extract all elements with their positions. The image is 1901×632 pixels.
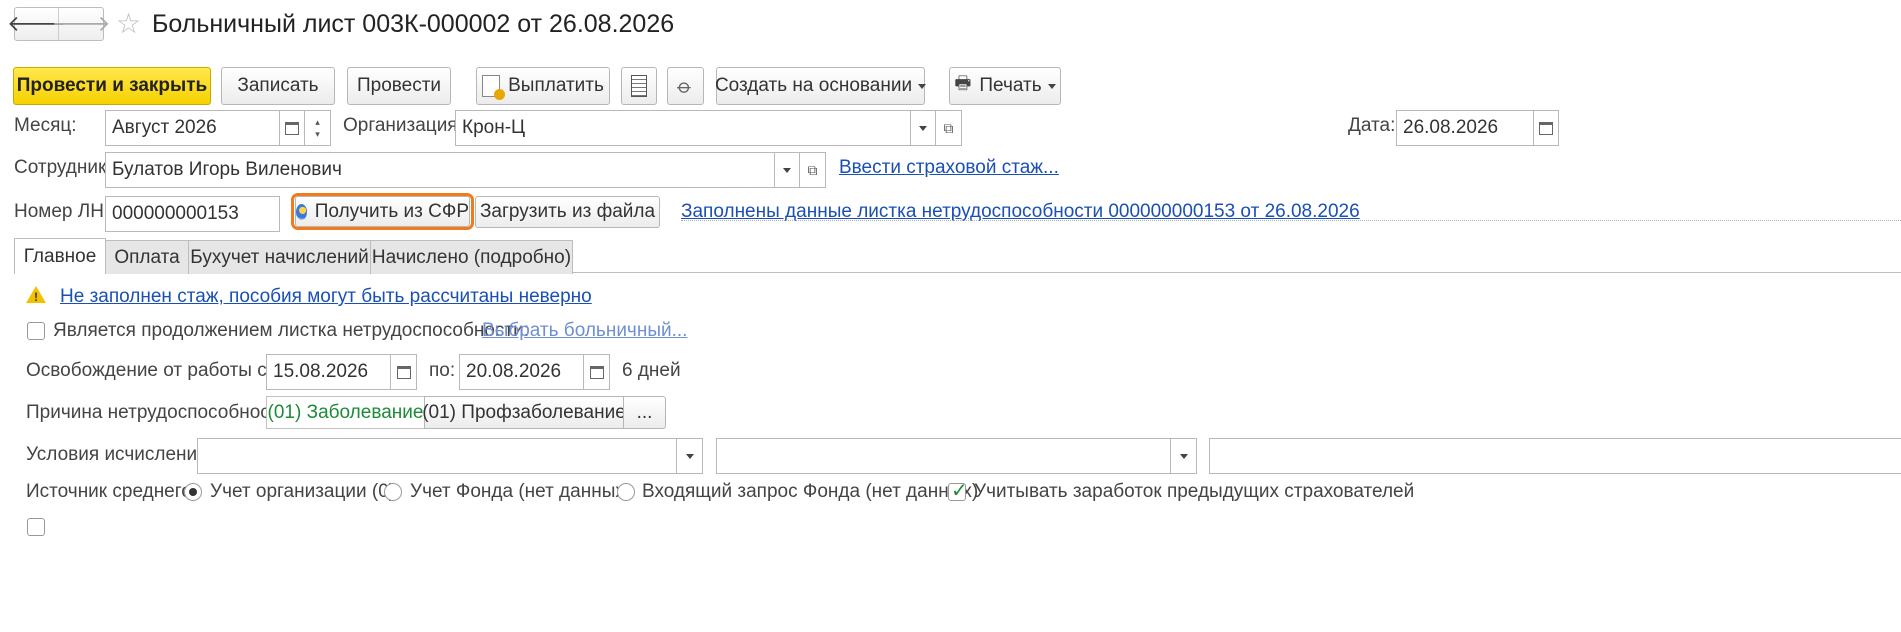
radio-request[interactable] bbox=[617, 483, 635, 501]
tab-accounting[interactable]: Бухучет начислений bbox=[188, 240, 371, 274]
release-to-input[interactable]: 20.08.2026 bbox=[459, 354, 584, 390]
save-button[interactable]: Записать bbox=[221, 67, 335, 105]
stepper-down-icon: ▾ bbox=[315, 129, 320, 139]
arrow-right-icon: 🡒 bbox=[51, 11, 111, 36]
report-icon bbox=[631, 75, 647, 97]
days-count: 6 дней bbox=[622, 360, 681, 381]
conditions-input-1[interactable] bbox=[197, 438, 677, 474]
organization-open-button[interactable]: ⧉ bbox=[935, 110, 962, 146]
pay-label: Выплатить bbox=[508, 75, 604, 96]
attach-button[interactable]: ⌀ bbox=[667, 67, 704, 105]
reason-prof-button[interactable]: (01) Профзаболевание bbox=[422, 396, 626, 429]
checkmark-icon: ✓ bbox=[951, 480, 968, 502]
month-calendar-button[interactable] bbox=[279, 110, 305, 146]
continuation-checkbox[interactable] bbox=[27, 322, 45, 340]
employee-dropdown-button[interactable] bbox=[774, 152, 800, 188]
sfr-logo-icon bbox=[296, 203, 307, 220]
radio-fund[interactable] bbox=[384, 483, 402, 501]
print-label: Печать bbox=[979, 75, 1042, 96]
warning-experience-link[interactable]: Не заполнен стаж, пособия могут быть рас… bbox=[60, 286, 592, 308]
employee-input[interactable]: Булатов Игорь Виленович bbox=[105, 152, 775, 188]
release-to-calendar-button[interactable] bbox=[583, 354, 610, 390]
forward-button[interactable]: 🡒 bbox=[52, 8, 111, 40]
prev-insurers-checkbox[interactable]: ✓ bbox=[948, 480, 968, 502]
ln-number-input[interactable]: 000000000153 bbox=[105, 196, 280, 232]
date-calendar-button[interactable] bbox=[1533, 110, 1559, 146]
load-from-file-button[interactable]: Загрузить из файла bbox=[475, 196, 660, 228]
organization-input[interactable]: Крон-Ц bbox=[455, 110, 911, 146]
print-button[interactable]: 🖶 Печать bbox=[949, 67, 1061, 105]
radio-org-label: Учет организации (0) bbox=[210, 481, 396, 502]
employee-open-button[interactable]: ⧉ bbox=[799, 152, 826, 188]
filled-data-underline bbox=[681, 220, 1901, 221]
tab-main[interactable]: Главное bbox=[14, 238, 106, 274]
stepper-up-icon: ▴ bbox=[315, 117, 320, 127]
month-input[interactable]: Август 2026 bbox=[105, 110, 280, 146]
insurance-experience-link[interactable]: Ввести страховой стаж... bbox=[839, 157, 1059, 179]
post-and-close-button[interactable]: Провести и закрыть bbox=[13, 67, 211, 105]
month-stepper[interactable]: ▴ ▾ bbox=[304, 110, 331, 146]
chevron-down-icon bbox=[685, 453, 694, 459]
page-title: Больничный лист 003К-000002 от 26.08.202… bbox=[152, 10, 675, 38]
month-label: Месяц: bbox=[14, 115, 77, 136]
conditions-input-3[interactable] bbox=[1209, 438, 1901, 474]
release-to-label: по: bbox=[429, 360, 456, 381]
reason-more-button[interactable]: ... bbox=[623, 396, 666, 429]
chevron-down-icon bbox=[919, 125, 927, 131]
paperclip-icon: ⌀ bbox=[673, 74, 698, 99]
printer-icon: 🖶 bbox=[954, 73, 972, 93]
organization-label: Организация: bbox=[343, 115, 463, 136]
release-from-input[interactable]: 15.08.2026 bbox=[266, 354, 391, 390]
reason-label: Причина нетрудоспособности: bbox=[26, 402, 295, 423]
open-icon: ⧉ bbox=[943, 119, 954, 136]
date-label: Дата: bbox=[1348, 115, 1396, 136]
conditions-label: Условия исчисления: bbox=[26, 444, 213, 465]
warning-icon-mark: ! bbox=[34, 290, 38, 304]
chevron-down-icon bbox=[783, 167, 791, 173]
organization-dropdown-button[interactable] bbox=[910, 110, 936, 146]
choose-sick-leave-link[interactable]: Выбрать больничный... bbox=[482, 320, 687, 342]
calendar-icon bbox=[285, 121, 299, 135]
create-based-label: Создать на основании bbox=[714, 75, 913, 96]
release-label: Освобождение от работы с: bbox=[26, 360, 272, 381]
reason-selected[interactable]: (01) Заболевание bbox=[266, 396, 425, 429]
favorite-star-icon[interactable]: ☆ bbox=[116, 9, 141, 39]
tab-accrued-details[interactable]: Начислено (подробно) bbox=[370, 240, 573, 274]
ln-number-label: Номер ЛН: bbox=[14, 201, 110, 222]
radio-request-label: Входящий запрос Фонда (нет данных) bbox=[642, 481, 979, 502]
pay-button[interactable]: Выплатить bbox=[476, 67, 610, 105]
chevron-down-icon bbox=[918, 83, 927, 89]
radio-org[interactable] bbox=[184, 483, 202, 501]
chevron-down-icon bbox=[1047, 83, 1056, 89]
get-from-sfr-label: Получить из СФР bbox=[314, 200, 469, 222]
open-icon: ⧉ bbox=[807, 161, 818, 178]
tab-payment[interactable]: Оплата bbox=[105, 240, 189, 274]
pay-document-icon bbox=[482, 75, 506, 100]
radio-fund-label: Учет Фонда (нет данных) bbox=[410, 481, 632, 502]
chevron-down-icon bbox=[1179, 453, 1188, 459]
release-from-calendar-button[interactable] bbox=[390, 354, 417, 390]
next-row-checkbox[interactable] bbox=[27, 518, 45, 536]
avg-source-label: Источник среднего: bbox=[26, 481, 198, 502]
calendar-icon bbox=[589, 365, 604, 379]
calendar-icon bbox=[396, 365, 411, 379]
report-button[interactable] bbox=[621, 67, 657, 105]
get-from-sfr-button[interactable]: Получить из СФР bbox=[295, 196, 470, 227]
prev-insurers-label: Учитывать заработок предыдущих страховат… bbox=[974, 481, 1415, 502]
post-button[interactable]: Провести bbox=[347, 67, 451, 105]
conditions-dropdown-2[interactable] bbox=[1170, 438, 1197, 474]
conditions-dropdown-1[interactable] bbox=[676, 438, 703, 474]
conditions-input-2[interactable] bbox=[716, 438, 1171, 474]
employee-label: Сотрудник: bbox=[14, 157, 112, 178]
date-input[interactable]: 26.08.2026 bbox=[1396, 110, 1534, 146]
calendar-icon bbox=[1539, 121, 1553, 135]
create-based-button[interactable]: Создать на основании bbox=[714, 67, 927, 105]
continuation-label: Является продолжением листка нетрудоспос… bbox=[53, 320, 530, 341]
